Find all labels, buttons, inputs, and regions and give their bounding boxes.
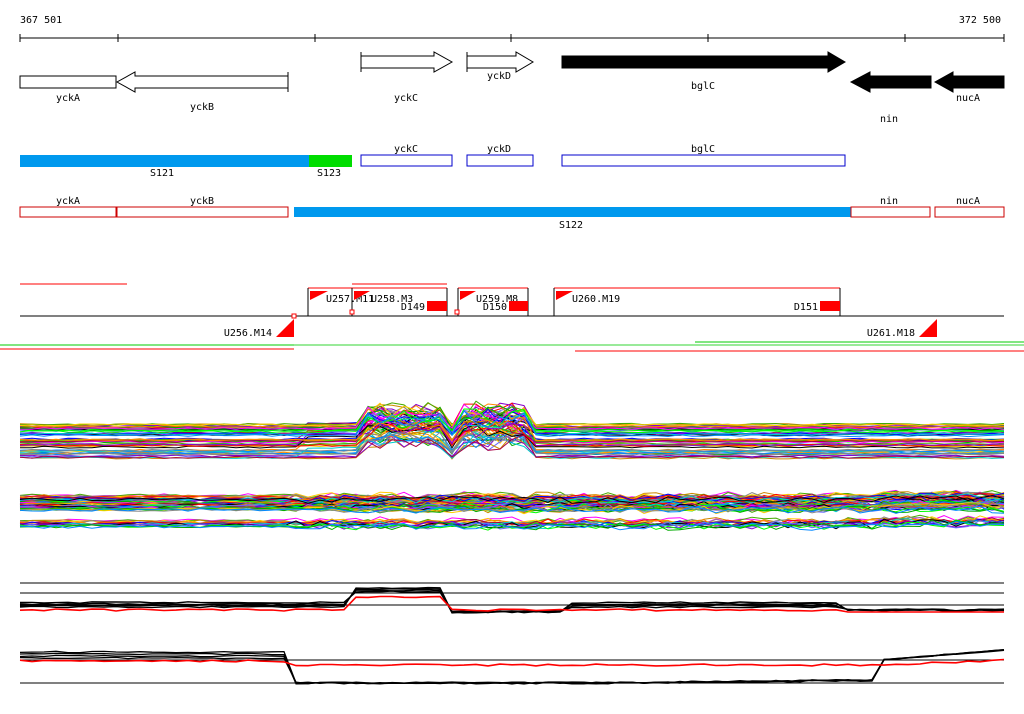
segment-S123[interactable] bbox=[309, 155, 352, 167]
gene-yckB[interactable] bbox=[115, 71, 289, 93]
feature-U261.M18[interactable]: U261.M18 bbox=[867, 328, 915, 339]
gene-yckD-label: yckD bbox=[487, 71, 511, 82]
segment-S123-label: S123 bbox=[317, 168, 341, 179]
box-yckA[interactable] bbox=[19, 206, 117, 218]
feature-U261.M18-flag[interactable] bbox=[919, 319, 937, 337]
feature-U260.M19-flag[interactable] bbox=[556, 291, 573, 300]
segment-track-upper: S121 S123 yckC yckD bglC bbox=[20, 144, 846, 179]
box-yckA-label: yckA bbox=[56, 196, 80, 207]
feature-U259.M8-flag[interactable] bbox=[460, 291, 476, 300]
ruler-end-label: 372 500 bbox=[959, 15, 1001, 26]
feature-U256.M14-flag[interactable] bbox=[276, 319, 294, 337]
segment-S121[interactable] bbox=[20, 155, 309, 167]
gene-yckB-label: yckB bbox=[190, 102, 214, 113]
gene-yckA[interactable] bbox=[19, 75, 117, 89]
ruler-start-label: 367 501 bbox=[20, 15, 62, 26]
segment-S121-label: S121 bbox=[150, 168, 174, 179]
gene-nucA-label: nucA bbox=[956, 93, 980, 104]
deletion-D149[interactable]: D149 bbox=[401, 302, 425, 313]
coordinate-ruler: 367 501 372 500 bbox=[19, 15, 1005, 42]
summary-trace-black bbox=[19, 649, 1005, 685]
box-yckB-label: yckB bbox=[190, 196, 214, 207]
box-bglC[interactable] bbox=[561, 154, 846, 167]
box-nucA-label: nucA bbox=[956, 196, 980, 207]
box-nucA[interactable] bbox=[934, 206, 1005, 218]
segment-S122-label: S122 bbox=[559, 220, 583, 231]
box-yckB[interactable] bbox=[116, 206, 289, 218]
box-yckC-label: yckC bbox=[394, 144, 418, 155]
summary-trace-black bbox=[19, 649, 1005, 685]
gene-nucA[interactable] bbox=[933, 71, 1005, 93]
gene-track: yckA yckB yckC yckD bglC nin nucA bbox=[19, 51, 1005, 125]
box-nin[interactable] bbox=[850, 206, 931, 218]
gene-nin-label: nin bbox=[880, 114, 898, 125]
feature-U256.M14[interactable]: U256.M14 bbox=[224, 328, 272, 339]
signal-panel-multicolor-lower bbox=[19, 489, 1005, 531]
summary-trace-black bbox=[19, 649, 1005, 685]
gene-yckC[interactable] bbox=[360, 51, 454, 73]
gene-nin[interactable] bbox=[849, 71, 932, 93]
deletion-D149-block[interactable] bbox=[427, 301, 447, 311]
gene-yckC-label: yckC bbox=[394, 93, 418, 104]
gene-bglC-label: bglC bbox=[691, 81, 715, 92]
feature-track: U257.M11 U258.M3 U259.M8 U260.M19 D149 D… bbox=[0, 283, 1024, 352]
deletion-D150[interactable]: D150 bbox=[483, 302, 507, 313]
signal-panel-summary-lower bbox=[19, 649, 1005, 685]
segment-track-lower: yckA yckB S122 nin nucA bbox=[19, 196, 1005, 231]
feature-U260.M19[interactable]: U260.M19 bbox=[572, 294, 620, 305]
feature-U257.M11[interactable]: U257.M11 bbox=[326, 294, 374, 305]
signal-panel-multicolor-upper bbox=[19, 400, 1005, 460]
summary-trace-black bbox=[19, 649, 1005, 685]
segment-S122[interactable] bbox=[294, 207, 851, 217]
box-bglC-label: bglC bbox=[691, 144, 715, 155]
deletion-D151-block[interactable] bbox=[820, 301, 840, 311]
box-nin-label: nin bbox=[880, 196, 898, 207]
deletion-D151[interactable]: D151 bbox=[794, 302, 818, 313]
genome-browser-view: 367 501 372 500 yckA yckB yckC yckD bglC… bbox=[0, 15, 1024, 685]
box-yckD[interactable] bbox=[466, 154, 534, 167]
deletion-D150-block[interactable] bbox=[509, 301, 528, 311]
gene-yckA-label: yckA bbox=[56, 93, 80, 104]
gene-yckD[interactable] bbox=[466, 51, 534, 73]
box-yckD-label: yckD bbox=[487, 144, 511, 155]
gene-bglC[interactable] bbox=[561, 51, 846, 73]
signal-panel-summary-upper bbox=[19, 582, 1005, 614]
box-yckC[interactable] bbox=[360, 154, 453, 167]
